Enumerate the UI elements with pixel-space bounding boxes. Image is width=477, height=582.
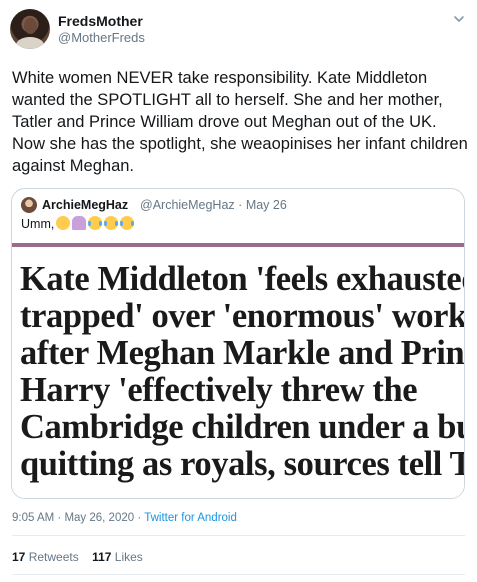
divider [12, 574, 465, 575]
quoted-author-name: ArchieMegHaz [42, 198, 129, 212]
author-handle[interactable]: @MotherFreds [58, 30, 145, 45]
headline-line: trapped' over 'enormous' workload [20, 297, 465, 335]
likes-count: 117 [92, 550, 112, 564]
face-with-tears-of-joy-icon [104, 216, 118, 230]
tweet-source-link[interactable]: Twitter for Android [144, 512, 237, 524]
face-with-tears-of-joy-icon [120, 216, 134, 230]
quoted-article-image[interactable]: Kate Middleton 'feels exhausted and trap… [12, 243, 465, 498]
person-facepalming-icon [72, 216, 86, 230]
author-avatar[interactable] [10, 9, 50, 49]
author-display-name[interactable]: FredsMother [58, 13, 143, 29]
meta-separator: · [57, 512, 62, 524]
retweets-count: 17 [12, 550, 26, 564]
divider [12, 535, 465, 536]
headline-line: quitting as royals, sources tell Tatler [20, 445, 464, 483]
headline-line: Harry 'effectively threw the [20, 371, 418, 409]
headline-line: Kate Middleton 'feels exhausted and [20, 260, 464, 298]
avatar-face [24, 18, 37, 34]
quoted-emojis [56, 216, 134, 231]
quoted-tweet-text: Umm, [21, 217, 55, 231]
headline-line: Cambridge children under a bus' by [20, 408, 464, 446]
likes-stat[interactable]: 117 Likes [92, 550, 143, 564]
quoted-tweet[interactable]: ArchieMegHaz @ArchieMegHaz · May 26 Umm,… [11, 188, 465, 499]
tweet-date[interactable]: May 26, 2020 [64, 512, 134, 524]
likes-label: Likes [114, 550, 143, 564]
quoted-author-avatar [21, 197, 37, 213]
face-with-tears-of-joy-icon [88, 216, 102, 230]
quoted-separator: · [238, 198, 243, 212]
tweet: FredsMother @MotherFreds White women NEV… [0, 0, 477, 582]
quoted-date: May 26 [245, 198, 287, 212]
tweet-time[interactable]: 9:05 AM [12, 512, 54, 524]
retweets-label: Retweets [28, 550, 79, 564]
meta-separator: · [137, 512, 142, 524]
retweets-stat[interactable]: 17 Retweets [12, 550, 79, 564]
tweet-stats: 17 Retweets 117 Likes [12, 550, 153, 564]
headline-line: after Meghan Markle and Prince [20, 334, 465, 372]
tweet-text: White women NEVER take responsibility. K… [12, 69, 468, 175]
quoted-author-handle: @ArchieMegHaz [140, 198, 235, 212]
quoted-author-meta: @ArchieMegHaz · May 26 [140, 198, 287, 212]
avatar-shoulders [16, 37, 44, 49]
article-headline: Kate Middleton 'feels exhausted and trap… [20, 260, 465, 483]
tweet-timestamp: 9:05 AM · May 26, 2020 · Twitter for And… [12, 512, 237, 524]
chevron-down-icon[interactable] [452, 12, 466, 26]
thinking-face-icon [56, 216, 70, 230]
